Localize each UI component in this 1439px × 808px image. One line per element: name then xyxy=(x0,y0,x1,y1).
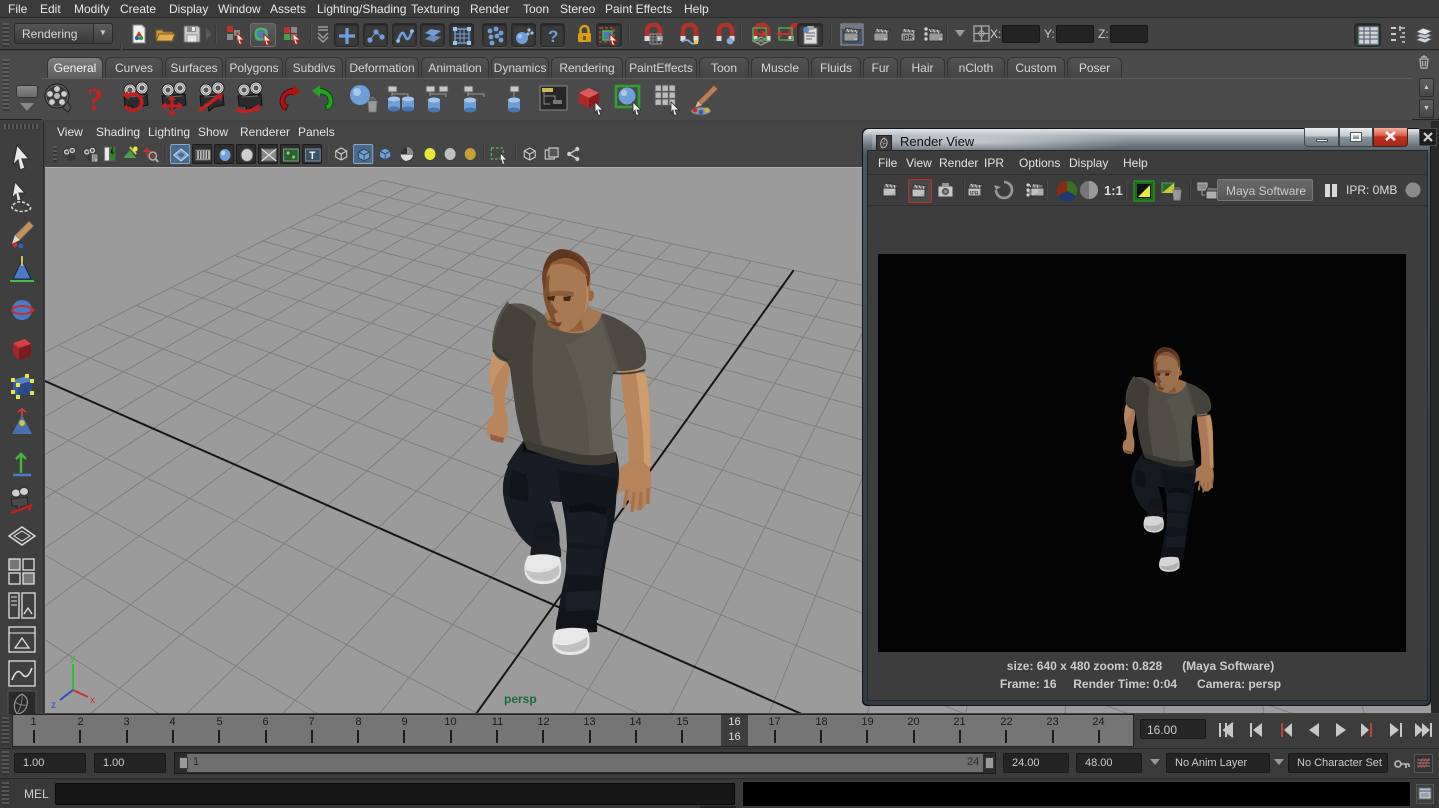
svg-text:y: y xyxy=(70,653,75,664)
svg-text:?: ? xyxy=(548,27,558,46)
svg-text:IPR: IPR xyxy=(970,191,979,197)
svg-text:?: ? xyxy=(87,81,103,117)
svg-text:IPR: IPR xyxy=(903,36,914,42)
svg-text:z: z xyxy=(51,700,56,711)
svg-text:persp: persp xyxy=(504,692,537,706)
svg-text:T: T xyxy=(309,150,316,163)
svg-text:x: x xyxy=(90,695,95,706)
